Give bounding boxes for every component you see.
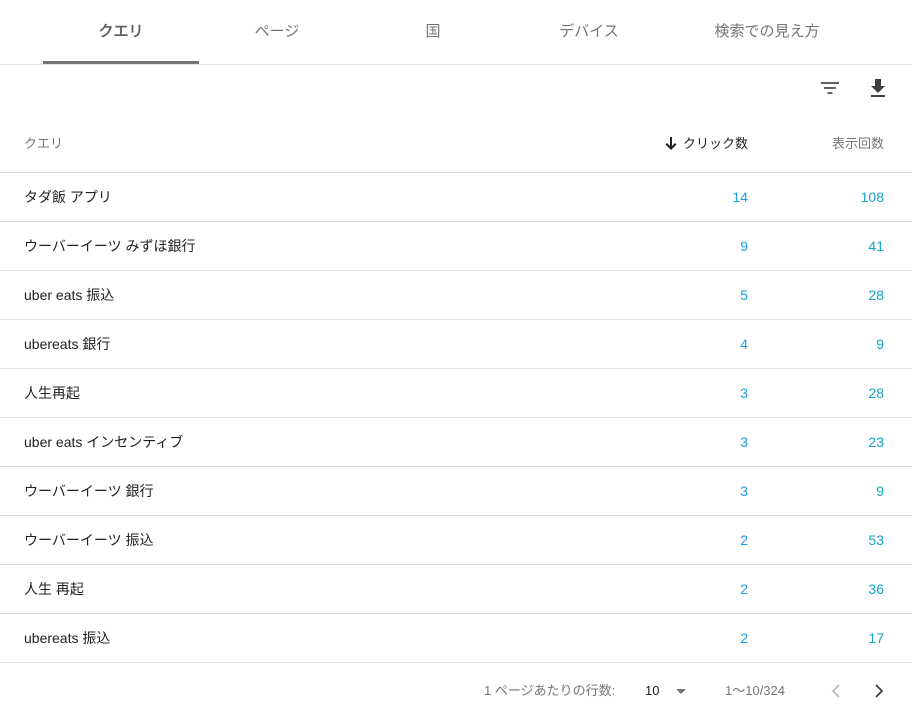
query-cell: ウーバーイーツ 銀行 [24,483,154,499]
rows-per-page-label: 1 ページあたりの行数: [484,683,616,698]
pagination: 1 ページあたりの行数: 10 1〜10/324 [0,668,912,714]
clicks-cell: 9 [740,238,748,254]
clicks-cell: 3 [740,385,748,401]
clicks-cell: 4 [740,336,748,352]
column-header-clicks-label: クリック数 [682,136,748,151]
clicks-cell: 3 [740,483,748,499]
page-range: 1〜10/324 [725,683,785,698]
chevron-right-icon[interactable] [865,677,893,705]
tab-bar: クエリ ページ 国 デバイス 検索での見え方 [0,0,912,65]
impressions-cell: 9 [876,336,884,352]
impressions-cell: 108 [860,189,884,205]
query-cell: uber eats インセンティブ [24,434,184,450]
tab-pages[interactable]: ページ [199,0,355,64]
table-row[interactable]: ウーバーイーツ 振込 2 53 [0,516,912,565]
query-cell: uber eats 振込 [24,287,115,303]
dropdown-arrow-icon[interactable] [675,685,687,697]
chevron-left-icon[interactable] [822,677,850,705]
table-row[interactable]: ubereats 銀行 4 9 [0,320,912,369]
query-cell: ubereats 振込 [24,630,111,646]
column-header-query[interactable]: クエリ [24,115,63,173]
tab-queries[interactable]: クエリ [43,0,199,64]
active-tab-indicator [43,61,199,64]
table-row[interactable]: ウーバーイーツ みずほ銀行 9 41 [0,222,912,271]
impressions-cell: 17 [868,630,884,646]
download-icon[interactable] [864,74,892,102]
impressions-cell: 23 [868,434,884,450]
impressions-cell: 9 [876,483,884,499]
query-cell: ウーバーイーツ 振込 [24,532,154,548]
table-row[interactable]: ウーバーイーツ 銀行 3 9 [0,467,912,516]
impressions-cell: 36 [868,581,884,597]
clicks-cell: 3 [740,434,748,450]
query-cell: ubereats 銀行 [24,336,111,352]
query-cell: 人生再起 [24,385,80,401]
table-row[interactable]: タダ飯 アプリ 14 108 [0,173,912,222]
impressions-cell: 28 [868,385,884,401]
clicks-cell: 2 [740,630,748,646]
table-row[interactable]: ubereats 振込 2 17 [0,614,912,663]
query-cell: タダ飯 アプリ [24,189,112,205]
clicks-cell: 2 [740,581,748,597]
rows-per-page-select[interactable]: 10 [645,668,659,714]
tab-devices[interactable]: デバイス [511,0,667,64]
clicks-cell: 5 [740,287,748,303]
arrow-downward-icon [665,136,677,150]
table-row[interactable]: uber eats インセンティブ 3 23 [0,418,912,467]
clicks-cell: 2 [740,532,748,548]
query-cell: 人生 再起 [24,581,84,597]
table-row[interactable]: 人生 再起 2 36 [0,565,912,614]
impressions-cell: 41 [868,238,884,254]
table-row[interactable]: 人生再起 3 28 [0,369,912,418]
column-header-impressions[interactable]: 表示回数 [832,115,884,173]
column-header-clicks[interactable]: クリック数 [665,115,748,173]
table-row[interactable]: uber eats 振込 5 28 [0,271,912,320]
tab-search-appearance[interactable]: 検索での見え方 [667,0,867,64]
impressions-cell: 28 [868,287,884,303]
table-header: クエリ クリック数 表示回数 [0,115,912,173]
tab-countries[interactable]: 国 [355,0,511,64]
filter-list-icon[interactable] [816,74,844,102]
impressions-cell: 53 [868,532,884,548]
query-cell: ウーバーイーツ みずほ銀行 [24,238,196,254]
clicks-cell: 14 [732,189,748,205]
